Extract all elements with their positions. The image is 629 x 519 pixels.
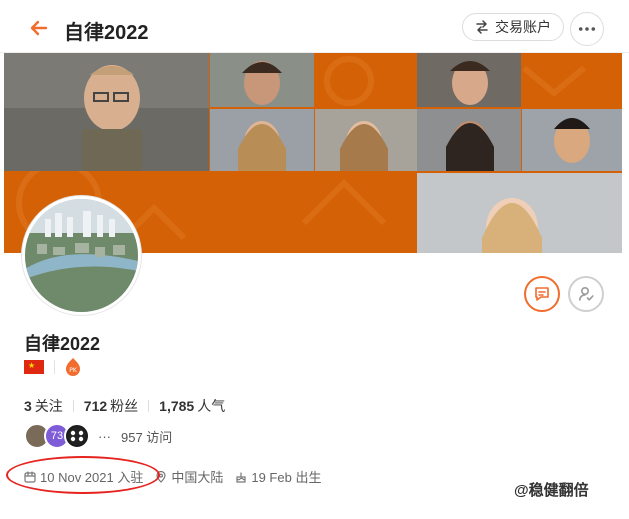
stat-fans-count[interactable]: 712 — [84, 398, 107, 414]
watermark-text: @稳健翻倍 — [514, 482, 589, 499]
visitor-more-dots: ··· — [98, 428, 111, 444]
user-check-icon — [579, 286, 594, 301]
arrow-left-icon — [30, 20, 48, 36]
top-bar: 自律2022 交易账户 — [0, 0, 629, 53]
stat-popularity-count: 1,785 — [159, 398, 195, 414]
profile-stats: 3 关注 712 粉丝 1,785 人气 — [24, 396, 225, 416]
stat-following-label[interactable]: 关注 — [35, 396, 63, 416]
more-options-button[interactable] — [570, 12, 604, 46]
stat-popularity-label: 人气 — [197, 398, 226, 414]
visitor-avatar — [64, 423, 90, 449]
follow-button[interactable] — [568, 276, 604, 312]
pk-badge-icon: PK — [66, 358, 80, 376]
stat-separator — [72, 400, 74, 412]
birthday-text: 19 Feb 出生 — [251, 470, 322, 485]
visitors-row[interactable]: 73 ··· 957 访问 — [24, 423, 172, 449]
cake-icon — [236, 471, 246, 483]
city-aerial-image — [25, 199, 138, 312]
more-dots-icon — [578, 27, 596, 31]
profile-page: 自律2022 交易账户 自律2022 ★ PK 3 关注 712 粉丝 1,78… — [0, 0, 629, 519]
swap-icon — [476, 20, 488, 34]
stat-following-count[interactable]: 3 — [24, 398, 32, 414]
stat-fans-label[interactable]: 粉丝 — [110, 396, 138, 416]
location: 中国大陆 — [155, 467, 223, 486]
birthday: 19 Feb 出生 — [235, 467, 321, 486]
profile-avatar[interactable] — [22, 196, 141, 315]
red-annotation-ellipse — [6, 456, 160, 494]
trade-account-button[interactable]: 交易账户 — [462, 13, 564, 41]
badge-divider — [54, 360, 55, 374]
page-title: 自律2022 — [64, 22, 149, 44]
trade-account-label: 交易账户 — [495, 19, 551, 35]
stat-separator — [148, 400, 150, 412]
location-text: 中国大陆 — [171, 470, 224, 485]
pk-badge-text: PK — [69, 367, 78, 374]
profile-badges: ★ PK — [24, 358, 81, 376]
back-button[interactable] — [28, 17, 50, 39]
visitor-count: 957 访问 — [121, 429, 173, 445]
profile-name: 自律2022 — [24, 334, 101, 354]
message-icon — [535, 287, 549, 301]
china-flag-icon: ★ — [24, 360, 44, 374]
message-button[interactable] — [524, 276, 560, 312]
visitor-avatar-pattern-icon — [68, 427, 86, 445]
